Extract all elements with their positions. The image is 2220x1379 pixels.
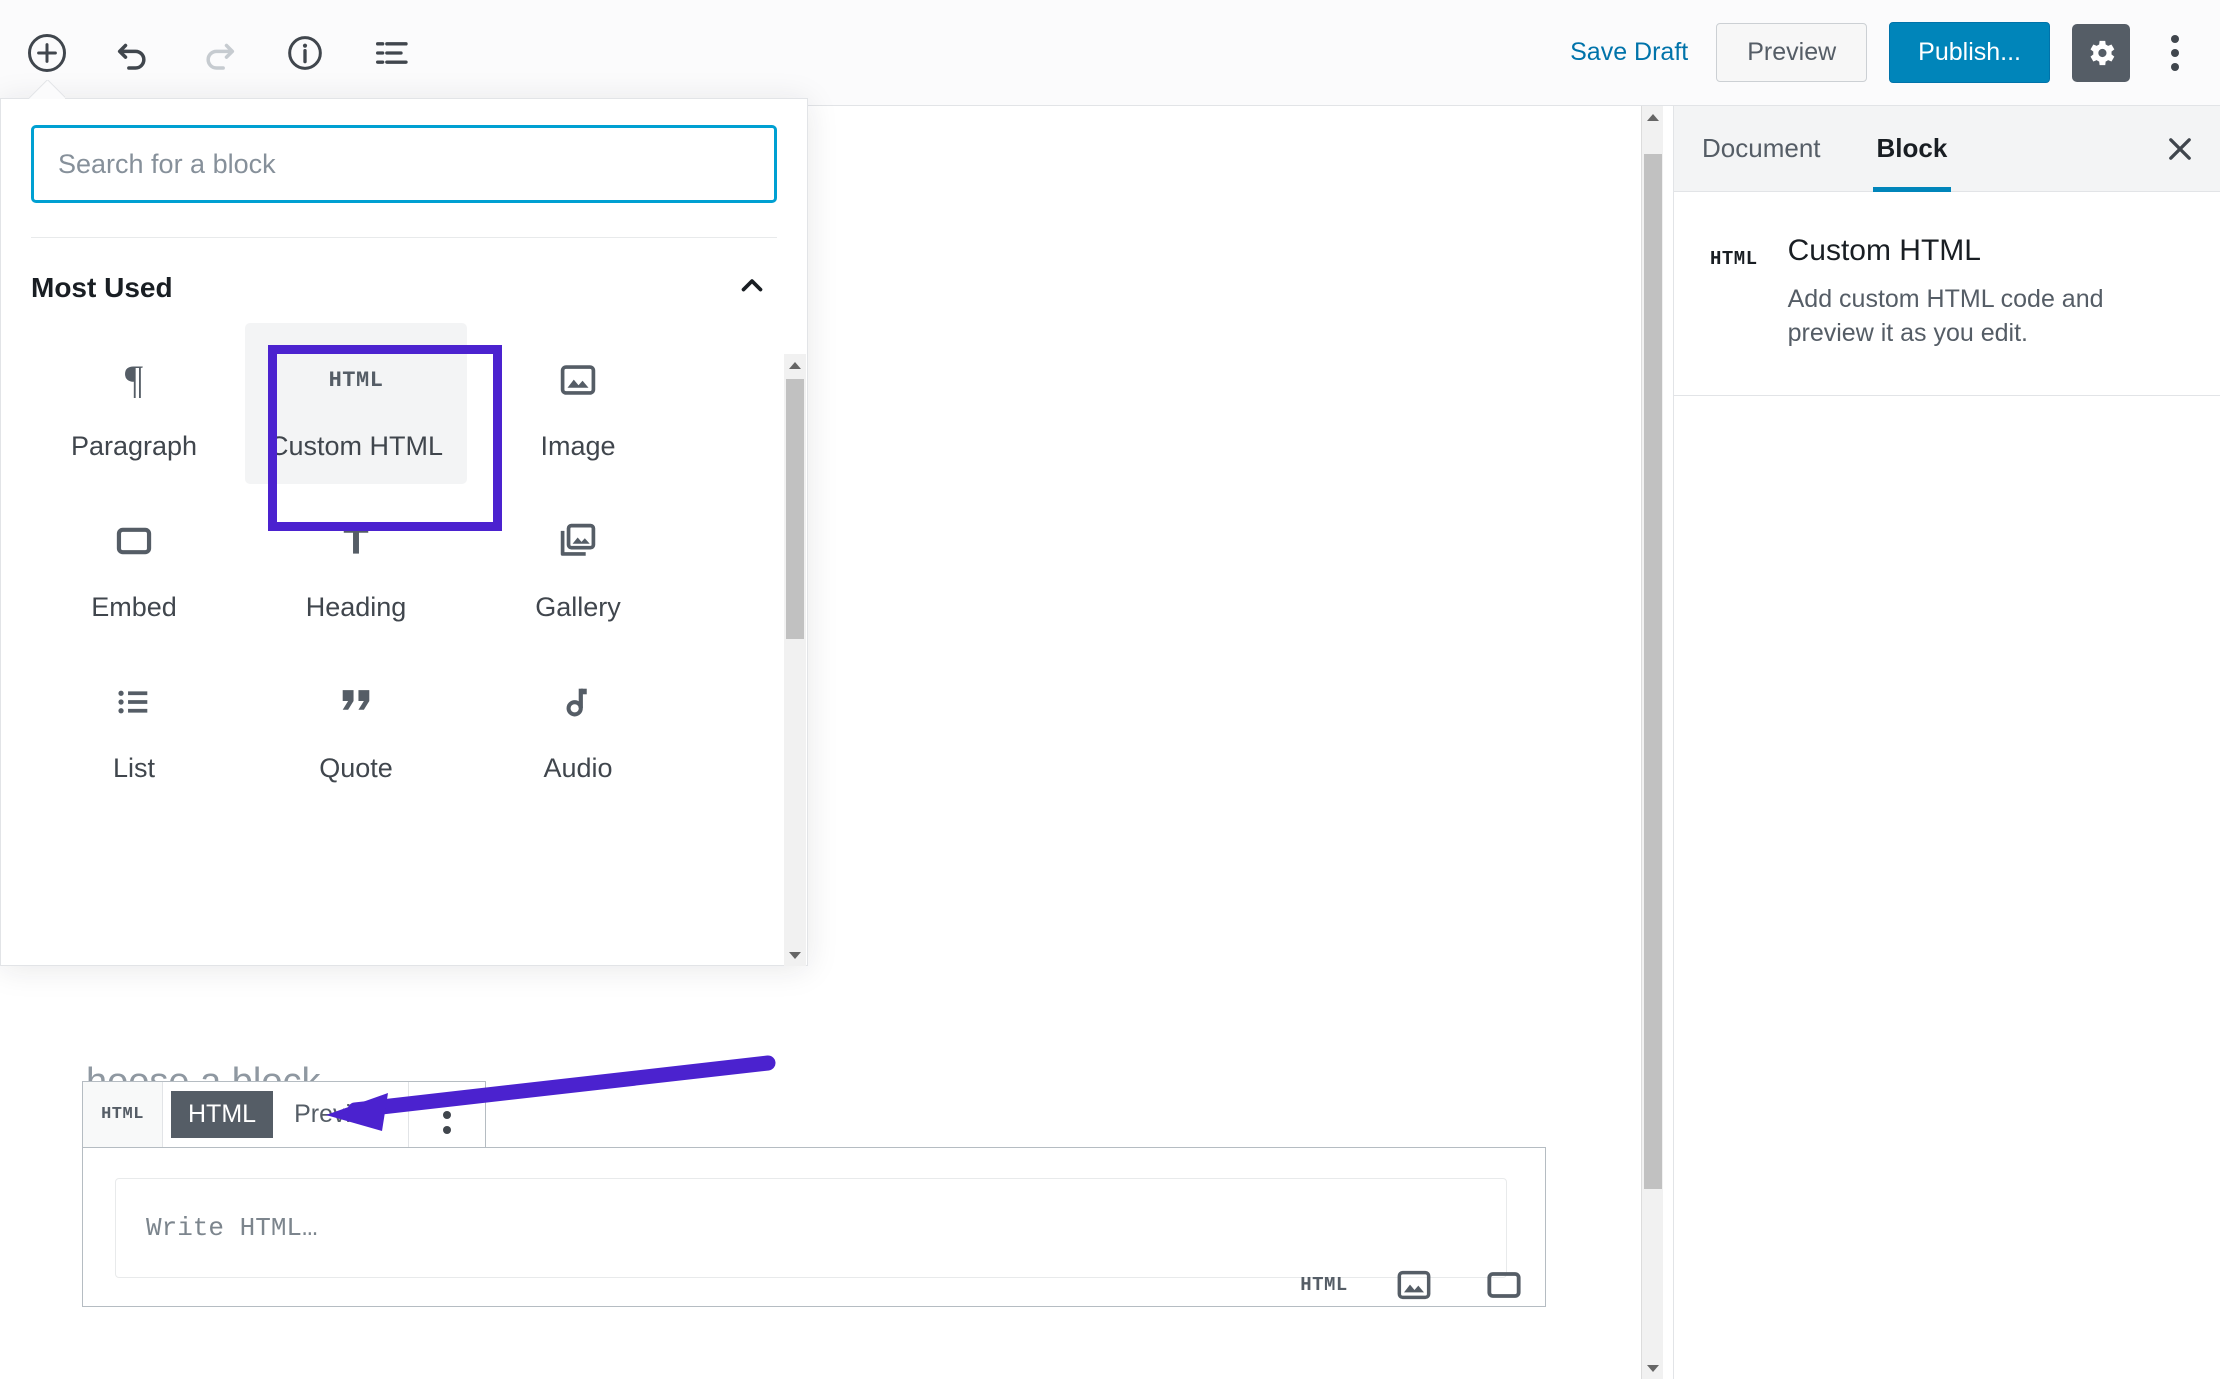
block-type-grid: ¶ Paragraph HTML Custom HTML Image Embed… (1, 315, 711, 806)
triangle-up-icon (1647, 113, 1659, 121)
list-view-icon (376, 41, 408, 64)
undo-icon (117, 43, 146, 70)
block-item-paragraph[interactable]: ¶ Paragraph (23, 323, 245, 484)
plus-circle-icon (28, 33, 66, 72)
add-block-button[interactable] (14, 20, 80, 86)
block-inserter-popover: Most Used ¶ Paragraph HTML Custom HTML (0, 98, 808, 966)
svg-text:¶: ¶ (125, 358, 143, 402)
redo-icon (206, 43, 235, 70)
toolbar-right-group: Save Draft Preview Publish... (1564, 22, 2220, 84)
quick-insert-image-icon[interactable] (1390, 1261, 1438, 1309)
block-toolbar: HTML HTML Preview (82, 1081, 486, 1147)
quick-insert-row: HTML (1300, 1261, 1528, 1309)
inserter-scrollbar[interactable] (784, 354, 806, 966)
list-icon (113, 671, 155, 733)
triangle-up-icon (789, 361, 801, 369)
block-item-label: Embed (91, 592, 177, 622)
save-draft-button[interactable]: Save Draft (1564, 30, 1694, 75)
most-used-section-header[interactable]: Most Used (1, 238, 807, 315)
triangle-down-icon (1647, 1364, 1659, 1372)
block-item-label: Paragraph (70, 431, 198, 461)
block-item-label: Quote (319, 753, 393, 783)
more-options-button[interactable] (2152, 22, 2198, 84)
block-navigation-button[interactable] (358, 20, 424, 86)
dot (2171, 48, 2179, 57)
tab-preview[interactable]: Preview (277, 1091, 400, 1138)
quote-icon (335, 671, 377, 733)
editor-vertical-scrollbar[interactable] (1641, 106, 1663, 1379)
dot (2171, 62, 2179, 71)
block-card-description: Add custom HTML code and preview it as y… (1787, 285, 2104, 348)
block-card-text: Custom HTML Add custom HTML code and pre… (1788, 234, 2138, 351)
html-icon: HTML (328, 367, 384, 393)
audio-icon (557, 671, 599, 733)
block-card-html-icon: HTML (1710, 248, 1758, 270)
block-item-label: Image (540, 431, 616, 461)
block-type-html-icon[interactable]: HTML (83, 1082, 163, 1147)
block-item-list[interactable]: List (23, 645, 245, 806)
scrollbar-thumb[interactable] (786, 379, 804, 639)
dot (2171, 34, 2179, 43)
close-icon (2169, 137, 2191, 160)
block-view-tabs: HTML Preview (163, 1082, 409, 1147)
chevron-up-icon[interactable] (735, 268, 769, 307)
scroll-down-arrow[interactable] (1642, 1357, 1664, 1379)
popover-caret (29, 80, 65, 99)
block-item-audio[interactable]: Audio (467, 645, 689, 806)
tab-document[interactable]: Document (1674, 106, 1849, 191)
paragraph-icon: ¶ (112, 349, 156, 411)
dot (442, 1110, 451, 1119)
quick-insert-embed-icon[interactable] (1480, 1261, 1528, 1309)
dot (442, 1125, 451, 1134)
block-more-options-button[interactable] (409, 1082, 485, 1147)
scroll-up-arrow[interactable] (784, 354, 806, 376)
block-item-label: Custom HTML (268, 431, 444, 461)
quick-insert-html-icon[interactable]: HTML (1300, 1261, 1348, 1309)
close-sidebar-button[interactable] (2140, 106, 2220, 191)
redo-button[interactable] (186, 20, 252, 86)
sidebar-tabs: Document Block (1674, 106, 2220, 192)
section-title: Most Used (31, 271, 173, 303)
settings-sidebar: Document Block HTML Custom HTML Add cust… (1673, 106, 2220, 1379)
image-icon (557, 349, 599, 411)
embed-icon (1487, 1272, 1521, 1298)
block-item-custom-html[interactable]: HTML Custom HTML (245, 323, 467, 484)
undo-button[interactable] (100, 20, 166, 86)
settings-button[interactable] (2072, 23, 2130, 82)
scroll-up-arrow[interactable] (1642, 106, 1664, 128)
image-icon (1397, 1270, 1431, 1300)
editor-top-toolbar: Save Draft Preview Publish... (0, 0, 2220, 106)
html-code-textarea[interactable]: Write HTML… (115, 1178, 1507, 1278)
block-info-card: HTML Custom HTML Add custom HTML code an… (1674, 192, 2220, 396)
content-info-button[interactable] (272, 20, 338, 86)
block-item-label: List (112, 753, 156, 783)
gallery-icon (557, 510, 599, 572)
block-item-quote[interactable]: Quote (245, 645, 467, 806)
block-item-image[interactable]: Image (467, 323, 689, 484)
block-item-embed[interactable]: Embed (23, 484, 245, 645)
publish-button[interactable]: Publish... (1889, 22, 2050, 83)
scroll-down-arrow[interactable] (784, 944, 806, 966)
block-card-title: Custom HTML (1787, 234, 1981, 267)
inserter-search-wrap (1, 99, 807, 203)
tab-html[interactable]: HTML (171, 1091, 274, 1138)
dot (442, 1095, 451, 1104)
scrollbar-thumb[interactable] (1644, 154, 1662, 1189)
toolbar-left-group (0, 20, 424, 86)
preview-button[interactable]: Preview (1716, 23, 1868, 82)
gutenberg-editor-screen: Save Draft Preview Publish... ress hoose… (0, 0, 2220, 1379)
block-item-label: Audio (543, 753, 613, 783)
block-item-label: Gallery (535, 592, 621, 622)
tab-block[interactable]: Block (1848, 106, 1976, 192)
info-circle-icon (288, 35, 322, 70)
block-item-label: Heading (305, 592, 407, 622)
block-item-heading[interactable]: Heading (245, 484, 467, 645)
triangle-down-icon (789, 951, 801, 959)
heading-icon (335, 510, 377, 572)
search-input[interactable] (31, 125, 777, 203)
embed-icon (113, 510, 155, 572)
block-item-gallery[interactable]: Gallery (467, 484, 689, 645)
gear-icon (2090, 40, 2115, 65)
